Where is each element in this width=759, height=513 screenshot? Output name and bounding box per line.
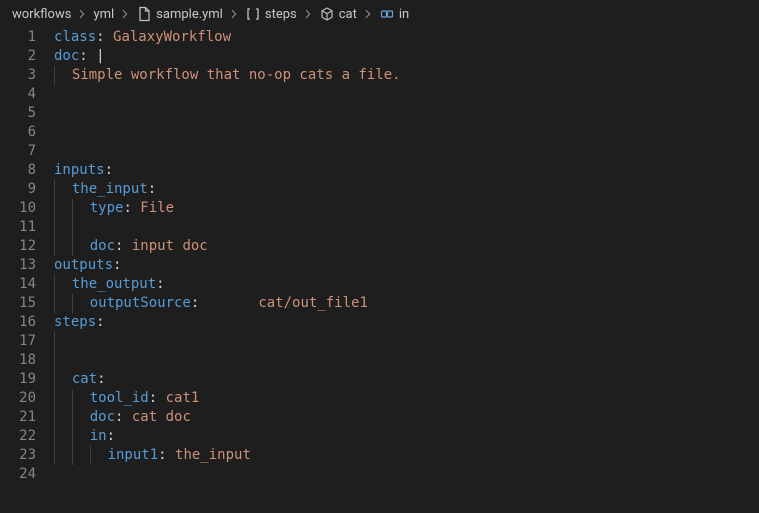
code-line: doc: cat doc bbox=[54, 408, 759, 427]
line-number: 12 bbox=[0, 237, 36, 256]
yaml-key: outputs bbox=[54, 257, 113, 273]
code-line: doc: | bbox=[54, 47, 759, 66]
chevron-right-icon bbox=[361, 7, 375, 21]
yaml-key: the_output bbox=[72, 276, 156, 292]
line-number: 23 bbox=[0, 446, 36, 465]
code-line: the_output: bbox=[54, 275, 759, 294]
line-number: 6 bbox=[0, 123, 36, 142]
line-number: 10 bbox=[0, 199, 36, 218]
line-number: 19 bbox=[0, 370, 36, 389]
code-line: doc: input doc bbox=[54, 237, 759, 256]
yaml-key: class bbox=[54, 29, 96, 45]
yaml-value: cat1 bbox=[166, 390, 200, 406]
line-number: 4 bbox=[0, 85, 36, 104]
line-number: 16 bbox=[0, 313, 36, 332]
line-number: 2 bbox=[0, 47, 36, 66]
crumb-label: yml bbox=[93, 7, 114, 22]
chevron-right-icon bbox=[118, 7, 132, 21]
crumb-label: sample.yml bbox=[156, 7, 223, 22]
yaml-key: doc bbox=[90, 409, 115, 425]
crumb-yml[interactable]: yml bbox=[93, 7, 114, 22]
code-line: input1: the_input bbox=[54, 446, 759, 465]
line-number: 22 bbox=[0, 427, 36, 446]
code-line bbox=[54, 218, 759, 237]
crumb-steps[interactable]: steps bbox=[245, 6, 297, 22]
code-line: steps: bbox=[54, 313, 759, 332]
yaml-value: input doc bbox=[132, 238, 208, 254]
code-line bbox=[54, 332, 759, 351]
code-line bbox=[54, 104, 759, 123]
code-line bbox=[54, 465, 759, 484]
line-number: 14 bbox=[0, 275, 36, 294]
line-number: 18 bbox=[0, 351, 36, 370]
line-number: 13 bbox=[0, 256, 36, 275]
line-number: 17 bbox=[0, 332, 36, 351]
editor[interactable]: 1 2 3 4 5 6 7 8 9 10 11 12 13 14 15 16 1… bbox=[0, 28, 759, 484]
line-number: 3 bbox=[0, 66, 36, 85]
crumb-label: in bbox=[399, 7, 409, 22]
yaml-pipe: | bbox=[96, 48, 104, 64]
code-area[interactable]: class: GalaxyWorkflow doc: | Simple work… bbox=[54, 28, 759, 484]
code-line: outputs: bbox=[54, 256, 759, 275]
yaml-key: inputs bbox=[54, 162, 105, 178]
code-line: cat: bbox=[54, 370, 759, 389]
line-number: 7 bbox=[0, 142, 36, 161]
line-number-gutter: 1 2 3 4 5 6 7 8 9 10 11 12 13 14 15 16 1… bbox=[0, 28, 54, 484]
code-line: Simple workflow that no-op cats a file. bbox=[54, 66, 759, 85]
crumb-cat[interactable]: cat bbox=[319, 6, 357, 22]
code-line bbox=[54, 123, 759, 142]
chevron-right-icon bbox=[227, 7, 241, 21]
chevron-right-icon bbox=[75, 7, 89, 21]
cube-icon bbox=[319, 6, 335, 22]
yaml-value: File bbox=[140, 200, 174, 216]
line-number: 1 bbox=[0, 28, 36, 47]
brackets-icon bbox=[245, 6, 261, 22]
yaml-value: cat/out_file1 bbox=[258, 295, 368, 311]
code-line bbox=[54, 351, 759, 370]
yaml-key: cat bbox=[72, 371, 97, 387]
line-number: 20 bbox=[0, 389, 36, 408]
crumb-in[interactable]: in bbox=[379, 6, 409, 22]
yaml-key: outputSource bbox=[90, 295, 191, 311]
yaml-key: doc bbox=[90, 238, 115, 254]
crumb-label: cat bbox=[339, 7, 357, 22]
line-number: 9 bbox=[0, 180, 36, 199]
line-number: 15 bbox=[0, 294, 36, 313]
yaml-text: Simple workflow that no-op cats a file. bbox=[72, 67, 401, 83]
yaml-key: input1 bbox=[108, 447, 159, 463]
code-line: tool_id: cat1 bbox=[54, 389, 759, 408]
yaml-value: the_input bbox=[175, 447, 251, 463]
breadcrumb: workflows yml sample.yml steps cat in bbox=[0, 0, 759, 28]
code-line: in: bbox=[54, 427, 759, 446]
yaml-key: doc bbox=[54, 48, 79, 64]
code-line: inputs: bbox=[54, 161, 759, 180]
code-line bbox=[54, 85, 759, 104]
yaml-value: GalaxyWorkflow bbox=[113, 29, 231, 45]
yaml-key: in bbox=[90, 428, 107, 444]
line-number: 5 bbox=[0, 104, 36, 123]
line-number: 24 bbox=[0, 465, 36, 484]
yaml-key: steps bbox=[54, 314, 96, 330]
code-line: the_input: bbox=[54, 180, 759, 199]
chevron-right-icon bbox=[301, 7, 315, 21]
code-line: class: GalaxyWorkflow bbox=[54, 28, 759, 47]
file-icon bbox=[136, 6, 152, 22]
line-number: 21 bbox=[0, 408, 36, 427]
symbol-icon bbox=[379, 6, 395, 22]
yaml-value: cat doc bbox=[132, 409, 191, 425]
yaml-key: type bbox=[90, 200, 124, 216]
yaml-key: tool_id bbox=[90, 390, 149, 406]
line-number: 11 bbox=[0, 218, 36, 237]
crumb-label: workflows bbox=[12, 7, 71, 22]
code-line: outputSource: cat/out_file1 bbox=[54, 294, 759, 313]
crumb-workflows[interactable]: workflows bbox=[12, 7, 71, 22]
yaml-key: the_input bbox=[72, 181, 148, 197]
code-line bbox=[54, 142, 759, 161]
crumb-label: steps bbox=[265, 7, 297, 22]
line-number: 8 bbox=[0, 161, 36, 180]
crumb-file[interactable]: sample.yml bbox=[136, 6, 223, 22]
code-line: type: File bbox=[54, 199, 759, 218]
